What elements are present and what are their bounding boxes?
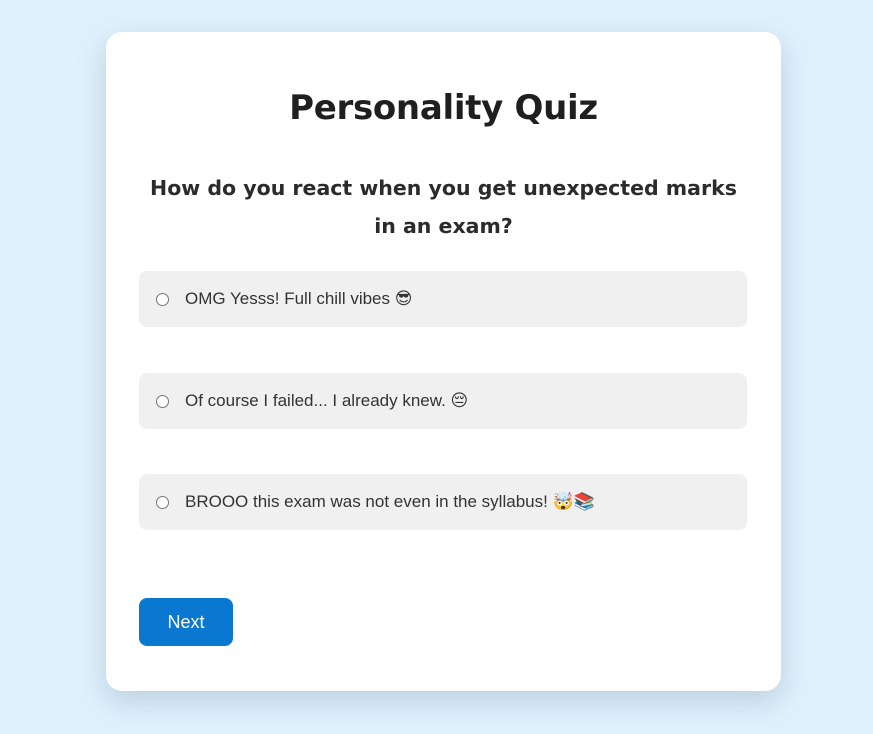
quiz-card: Personality Quiz How do you react when y… bbox=[106, 32, 781, 691]
option-2[interactable]: Of course I failed... I already knew. 😔 bbox=[139, 373, 747, 429]
option-3-radio[interactable] bbox=[156, 495, 169, 509]
option-3-label: BROOO this exam was not even in the syll… bbox=[185, 492, 595, 511]
quiz-title: Personality Quiz bbox=[289, 88, 598, 128]
question-text: How do you react when you get unexpected… bbox=[150, 176, 737, 238]
option-1[interactable]: OMG Yesss! Full chill vibes 😎 bbox=[139, 271, 747, 327]
option-3[interactable]: BROOO this exam was not even in the syll… bbox=[139, 474, 747, 530]
option-1-label: OMG Yesss! Full chill vibes 😎 bbox=[185, 289, 413, 308]
next-button[interactable]: Next bbox=[139, 598, 233, 646]
option-1-radio[interactable] bbox=[156, 292, 169, 306]
option-2-label: Of course I failed... I already knew. 😔 bbox=[185, 391, 469, 410]
option-2-radio[interactable] bbox=[156, 394, 169, 408]
